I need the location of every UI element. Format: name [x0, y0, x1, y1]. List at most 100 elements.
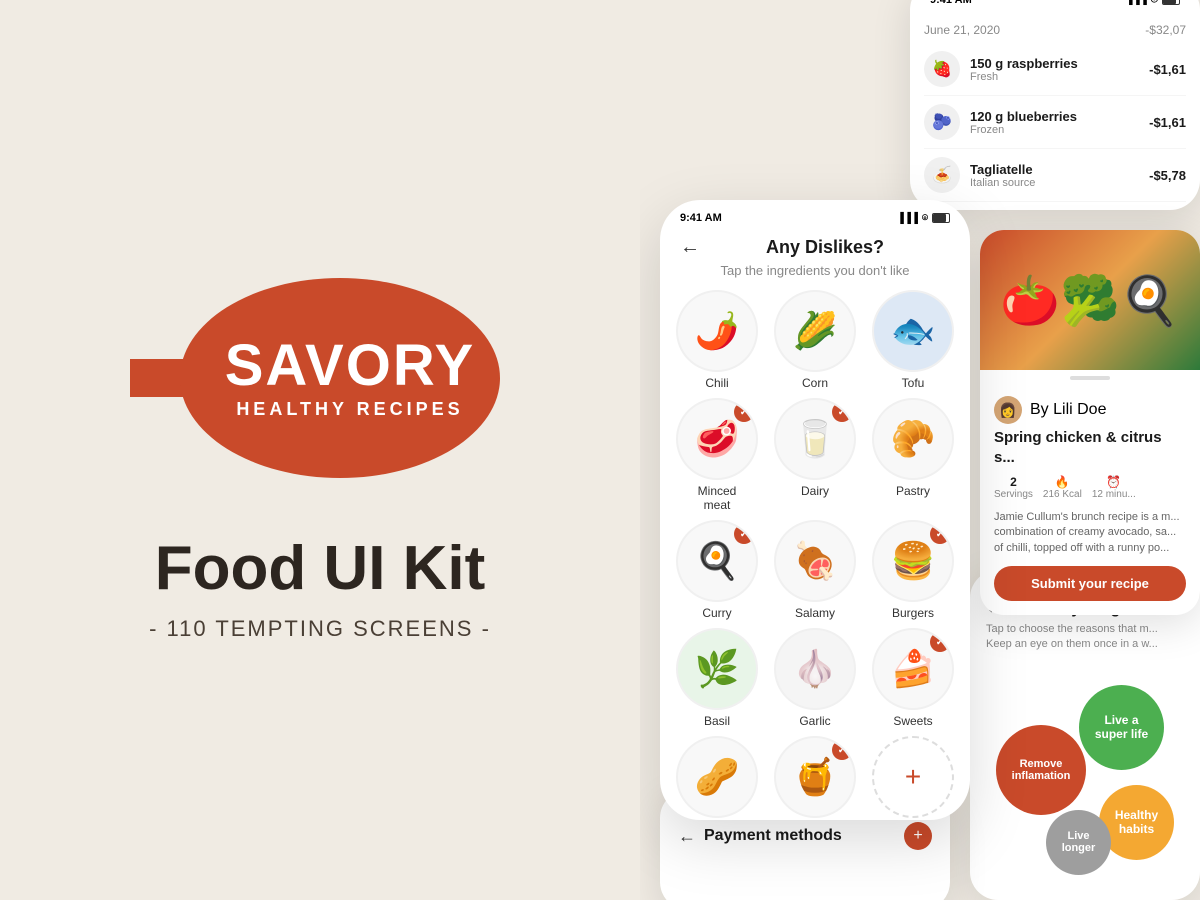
ingredient-nuts[interactable]: 🥜 Nuts [672, 736, 762, 820]
item-name: Tagliatelle [970, 162, 1149, 177]
ingredient-grid: 🌶️ Chili 🌽 Corn 🐟 Tofu [660, 290, 970, 820]
recipe-title: Spring chicken & citrus s... [980, 428, 1200, 475]
dislikes-screen: 9:41 AM ▐▐▐ ⌾ ← Any Dislikes? Tap the in… [660, 200, 970, 820]
ingredient-label-curry: Curry [702, 606, 731, 620]
add-more-button[interactable]: + [872, 736, 954, 818]
ingredient-circle-nuts: 🥜 [676, 736, 758, 818]
screens-count: - 110 TEMPTING SCREENS - [149, 616, 491, 642]
ingredient-sweets[interactable]: 🍰 ✓ Sweets [868, 628, 958, 728]
ingredient-label-garlic: Garlic [799, 714, 830, 728]
ingredient-label-dairy: Dairy [801, 484, 829, 498]
ingredient-label-pastry: Pastry [896, 484, 930, 498]
dislikes-time: 9:41 AM [680, 212, 722, 224]
ingredient-circle-curry: 🍳 ✓ [676, 520, 758, 602]
transaction-icon-blueberries: 🫐 [924, 104, 960, 140]
transaction-item[interactable]: 🫐 120 g blueberries Frozen -$1,61 [924, 96, 1186, 149]
ingredient-circle-corn: 🌽 [774, 290, 856, 372]
servings-label: Servings [994, 489, 1033, 500]
transaction-info: 120 g blueberries Frozen [970, 109, 1149, 136]
ingredient-label-basil: Basil [704, 714, 730, 728]
ingredient-label-burgers: Burgers [892, 606, 934, 620]
ingredient-minced-meat[interactable]: 🥩 ✓ Mincedmeat [672, 398, 762, 512]
goals-screen: 9:41 AM ← What is your goal Tap to choos… [970, 570, 1200, 900]
author-avatar: 👩 [994, 396, 1022, 424]
item-sub: Frozen [970, 124, 1149, 136]
logo-container: SAVORY HEALTHY RECIPES [110, 258, 530, 498]
transaction-info: 150 g raspberries Fresh [970, 56, 1149, 83]
ingredient-circle-garlic: 🧄 [774, 628, 856, 710]
servings-value: 2 [1010, 475, 1017, 489]
ingredient-label-minced-meat: Mincedmeat [698, 484, 737, 512]
transaction-time: 9:41 AM [930, 0, 972, 6]
payment-title: Payment methods [704, 827, 842, 845]
ingredient-circle-pastry: 🥐 [872, 398, 954, 480]
transaction-item[interactable]: 🍝 Tagliatelle Italian source -$5,78 [924, 149, 1186, 202]
ingredient-pastry[interactable]: 🥐 Pastry [868, 398, 958, 512]
ingredient-label-chili: Chili [705, 376, 728, 390]
recipe-author: 👩 By Lili Doe [980, 386, 1200, 428]
check-icon-minced-meat: ✓ [734, 402, 754, 422]
goals-bubbles: Removeinflamation Live asuper life Healt… [986, 665, 1184, 885]
dislikes-title: Any Dislikes? [700, 237, 950, 258]
author-name: By Lili Doe [1030, 401, 1106, 419]
product-name: Food UI Kit [155, 538, 486, 600]
check-icon-peanut-butter: ✓ [832, 740, 852, 760]
ingredient-curry[interactable]: 🍳 ✓ Curry [672, 520, 762, 620]
transaction-list: June 21, 2020 -$32,07 🍓 150 g raspberrie… [910, 13, 1200, 210]
dislikes-status-icons: ▐▐▐ ⌾ [897, 213, 950, 224]
right-section: 9:41 AM ▐▐▐ ⌾ June 21, 2020 -$32,07 🍓 15… [640, 0, 1200, 900]
ingredient-label-corn: Corn [802, 376, 828, 390]
ingredient-dairy[interactable]: 🥛 ✓ Dairy [770, 398, 860, 512]
ingredient-label-salamy: Salamy [795, 606, 835, 620]
goal-bubble-live-longer[interactable]: Livelonger [1046, 810, 1111, 875]
goal-bubble-remove-inflammation[interactable]: Removeinflamation [996, 725, 1086, 815]
transaction-icon-tagliatelle: 🍝 [924, 157, 960, 193]
goals-subtitle: Tap to choose the reasons that m... Keep… [986, 622, 1184, 653]
add-more-item[interactable]: + [868, 736, 958, 820]
brand-tagline: HEALTHY RECIPES [225, 399, 476, 420]
ingredient-label-tofu: Tofu [902, 376, 925, 390]
ingredient-corn[interactable]: 🌽 Corn [770, 290, 860, 390]
dislikes-subtitle: Tap the ingredients you don't like [660, 263, 970, 290]
payment-back-button[interactable]: ← [678, 826, 696, 847]
ingredient-burgers[interactable]: 🍔 ✓ Burgers [868, 520, 958, 620]
ingredient-salamy[interactable]: 🍖 Salamy [770, 520, 860, 620]
ingredient-peanut-butter[interactable]: 🍯 ✓ PeanutButter [770, 736, 860, 820]
ingredient-circle-tofu: 🐟 [872, 290, 954, 372]
check-icon-sweets: ✓ [930, 632, 950, 652]
recipe-stat-time: ⏰ 12 minu... [1092, 475, 1136, 500]
recipe-stats: 2 Servings 🔥 216 Kcal ⏰ 12 minu... [980, 475, 1200, 510]
transaction-screen: 9:41 AM ▐▐▐ ⌾ June 21, 2020 -$32,07 🍓 15… [910, 0, 1200, 210]
ingredient-circle-minced-meat: 🥩 ✓ [676, 398, 758, 480]
transaction-item[interactable]: 🍓 150 g raspberries Fresh -$1,61 [924, 43, 1186, 96]
ingredient-circle-sweets: 🍰 ✓ [872, 628, 954, 710]
kcal-value: 🔥 [1055, 475, 1070, 489]
phone-screens-container: 9:41 AM ▐▐▐ ⌾ June 21, 2020 -$32,07 🍓 15… [640, 0, 1200, 900]
ingredient-tofu[interactable]: 🐟 Tofu [868, 290, 958, 390]
item-amount: -$1,61 [1149, 115, 1186, 130]
wifi-icon: ⌾ [1151, 0, 1158, 7]
submit-recipe-button[interactable]: Submit your recipe [994, 566, 1186, 601]
card-divider [1070, 376, 1110, 380]
time-icon: ⏰ [1106, 475, 1121, 489]
date-amount: -$32,07 [1145, 23, 1186, 37]
dislikes-status-bar: 9:41 AM ▐▐▐ ⌾ [660, 200, 970, 230]
date-label: June 21, 2020 [924, 23, 1000, 37]
back-button[interactable]: ← [680, 236, 700, 259]
logo-text: SAVORY HEALTHY RECIPES [225, 337, 476, 420]
transaction-date: June 21, 2020 -$32,07 [924, 23, 1186, 37]
recipe-food-emoji: 🍅🥦🍳 [980, 230, 1200, 370]
item-name: 120 g blueberries [970, 109, 1149, 124]
ingredient-chili[interactable]: 🌶️ Chili [672, 290, 762, 390]
transaction-status-bar: 9:41 AM ▐▐▐ ⌾ [910, 0, 1200, 13]
transaction-icon-raspberries: 🍓 [924, 51, 960, 87]
ingredient-basil[interactable]: 🌿 Basil [672, 628, 762, 728]
payment-title-row: ← Payment methods [678, 826, 842, 847]
check-icon-curry: ✓ [734, 524, 754, 544]
time-label: 12 minu... [1092, 489, 1136, 500]
payment-header: ← Payment methods + [678, 822, 932, 850]
ingredient-garlic[interactable]: 🧄 Garlic [770, 628, 860, 728]
payment-add-button[interactable]: + [904, 822, 932, 850]
recipe-image: 🍅🥦🍳 [980, 230, 1200, 370]
goal-bubble-live-super[interactable]: Live asuper life [1079, 685, 1164, 770]
